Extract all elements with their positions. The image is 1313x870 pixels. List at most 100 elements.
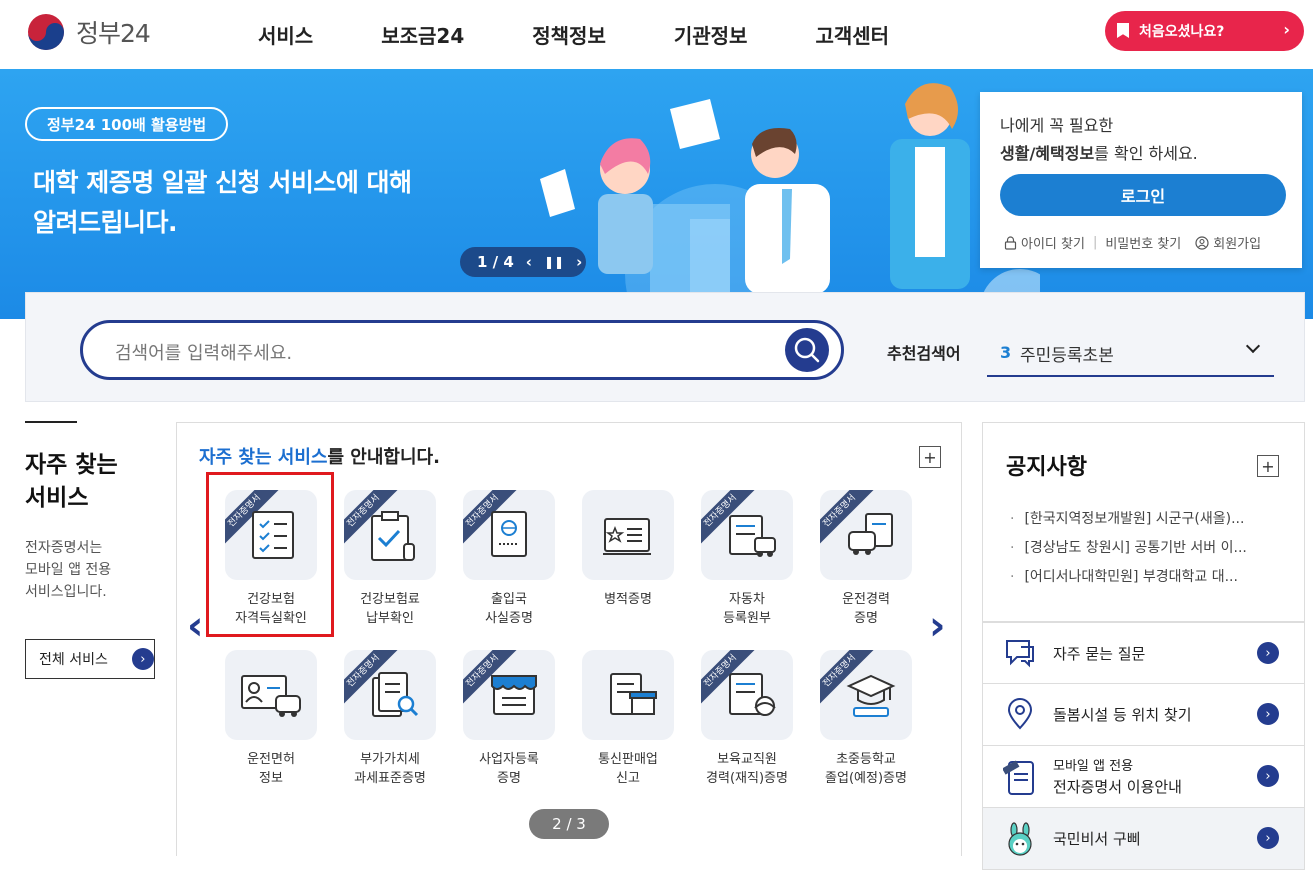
service-vehicle-registration[interactable]: 전자증명서 자동차 등록원부 — [701, 490, 793, 628]
assistant-label: 국민비서 구삐 — [1053, 830, 1141, 848]
banner-tag[interactable]: 정부24 100배 활용방법 — [25, 107, 229, 141]
logo[interactable]: 정부24 — [24, 12, 151, 52]
search-input[interactable]: 검색어를 입력해주세요. — [80, 320, 844, 380]
service-label: 통신판매업 신고 — [582, 750, 674, 788]
chevron-down-icon[interactable] — [1245, 338, 1261, 354]
chevron-right-icon: › — [1283, 20, 1290, 39]
nav-customer[interactable]: 고객센터 — [815, 20, 889, 49]
section-title-line2: 서비스 — [25, 485, 89, 511]
nav-subsidy[interactable]: 보조금24 — [381, 20, 464, 49]
service-label: 운전경력증명 — [820, 590, 912, 628]
services-heading-rest: 를 안내합니다. — [327, 447, 440, 468]
mobile-certificate-text: 모바일 앱 전용 전자증명서 이용안내 — [1053, 757, 1182, 797]
nav-agency[interactable]: 기관정보 — [674, 20, 748, 49]
search-icon — [794, 337, 820, 363]
service-mail-order-business[interactable]: 통신판매업 신고 — [582, 650, 674, 788]
license-icon — [241, 675, 301, 717]
header: 정부24 서비스 보조금24 정책정보 기관정보 고객센터 처음오셨나요? › — [0, 0, 1313, 69]
care-facility-label: 돌봄시설 등 위치 찾기 — [1053, 706, 1192, 724]
rabbit-mascot-icon — [1008, 822, 1032, 856]
tax-document-icon — [372, 672, 419, 717]
label-line1: 부가가치세 — [360, 752, 420, 767]
selection-highlight — [206, 472, 334, 637]
notice-item[interactable]: · [한국지역정보개발원] 시군구(새올)... — [1010, 505, 1247, 534]
prev-slide-icon[interactable]: ‹ — [526, 253, 532, 271]
service-health-insurance-payment[interactable]: 전자증명서 건강보험료 납부확인 — [344, 490, 436, 628]
notice-title: 공지사항 — [1006, 455, 1087, 480]
next-page-icon[interactable]: › — [929, 603, 945, 649]
service-tile: 전자증명서 — [344, 650, 436, 740]
notice-text: [경상남도 창원시] 공통기반 서버 이... — [1024, 540, 1247, 556]
login-button[interactable]: 로그인 — [1000, 174, 1286, 216]
section-title-line1: 자주 찾는 — [25, 452, 118, 478]
find-id-link[interactable]: 아이디 찾기 — [1021, 233, 1085, 252]
all-services-button[interactable]: 전체 서비스 › — [25, 639, 155, 679]
frequent-services-intro: 자주 찾는 서비스 전자증명서는 모바일 앱 전용 서비스입니다. 전체 서비스… — [25, 421, 165, 679]
service-driver-license-info[interactable]: 운전면허 정보 — [225, 650, 317, 788]
arrow-right-icon: › — [131, 648, 154, 670]
quick-link-care-facility[interactable]: 돌봄시설 등 위치 찾기 › — [982, 684, 1305, 746]
mobile-certificate-icon — [1003, 760, 1034, 795]
service-label: 병적증명 — [582, 590, 674, 609]
service-driving-record[interactable]: 전자증명서 운전경력 증명 — [820, 490, 912, 628]
recommended-keywords-label: 추천검색어 — [887, 344, 961, 363]
next-slide-icon[interactable]: › — [576, 253, 582, 271]
service-school-graduation[interactable]: 전자증명서 초중등학교 졸업(예정)증명 — [820, 650, 912, 788]
label-line1: 건강보험료 — [360, 592, 420, 607]
all-services-label: 전체 서비스 — [39, 652, 108, 668]
service-label: 초중등학교 졸업(예정)증명 — [820, 750, 912, 788]
service-tile: 전자증명서 — [463, 490, 555, 580]
notice-text: [한국지역정보개발원] 시군구(새올)... — [1024, 511, 1245, 527]
car-document-icon — [729, 515, 776, 557]
label-line2: 증명 — [854, 611, 878, 626]
recommended-keywords-dropdown[interactable]: 3 주민등록초본 — [987, 331, 1274, 377]
service-immigration-certificate[interactable]: 전자증명서 출입국 사실증명 — [463, 490, 555, 628]
taegeuk-logo-icon — [28, 14, 64, 50]
label-line1: 초중등학교 — [836, 752, 896, 767]
teacher-document-icon — [729, 673, 776, 716]
label-line1: 사업자등록 — [479, 752, 539, 767]
service-label: 사업자등록 증명 — [463, 750, 555, 788]
label-line2: 경력(재직)증명 — [706, 771, 788, 786]
quick-link-assistant[interactable]: 국민비서 구삐 › — [982, 808, 1305, 870]
nav-policy[interactable]: 정책정보 — [532, 20, 606, 49]
label-line2: 과세표준증명 — [354, 771, 426, 786]
label-line2: 등록원부 — [723, 611, 771, 626]
find-password-link[interactable]: 비밀번호 찾기 — [1105, 233, 1181, 252]
notice-panel: 공지사항 + · [한국지역정보개발원] 시군구(새올)... · [경상남도 창원… — [982, 422, 1305, 622]
first-visit-button[interactable]: 처음오셨나요? › — [1105, 11, 1304, 51]
service-military-certificate[interactable]: 병적증명 — [582, 490, 674, 609]
keyword-text[interactable]: 주민등록초본 — [1020, 341, 1114, 366]
prev-page-icon[interactable]: ‹ — [187, 603, 203, 649]
bullet: · — [1010, 540, 1015, 556]
section-description: 전자증명서는 모바일 앱 전용 서비스입니다. — [25, 537, 165, 603]
nav-service[interactable]: 서비스 — [258, 20, 313, 49]
more-services-button[interactable]: + — [919, 446, 941, 468]
service-business-registration[interactable]: 전자증명서 사업자등록 증명 — [463, 650, 555, 788]
clipboard-check-icon — [371, 511, 415, 561]
signup-link[interactable]: 회원가입 — [1213, 233, 1261, 252]
service-label: 보육교직원 경력(재직)증명 — [701, 750, 793, 788]
logo-text: 정부24 — [76, 19, 151, 48]
mobile-line1: 모바일 앱 전용 — [1053, 758, 1134, 774]
divider — [25, 421, 77, 423]
notice-item[interactable]: · [경상남도 창원시] 공통기반 서버 이... — [1010, 534, 1247, 563]
description-line1: 전자증명서는 — [25, 540, 103, 556]
label-line1: 운전경력 — [842, 592, 890, 607]
notice-item[interactable]: · [어디서나대학민원] 부경대학교 대... — [1010, 563, 1247, 592]
login-box: 나에게 꼭 필요한 생활/혜택정보를 확인 하세요. 로그인 아이디 찾기 | … — [980, 92, 1302, 268]
military-card-icon — [603, 518, 651, 555]
quick-link-mobile-certificate[interactable]: 모바일 앱 전용 전자증명서 이용안내 › — [982, 746, 1305, 808]
chat-bubble-icon — [1006, 640, 1034, 668]
quick-link-faq[interactable]: 자주 묻는 질문 › — [982, 622, 1305, 684]
login-message-rest: 를 확인 하세요. — [1094, 144, 1198, 163]
service-tile: 전자증명서 — [701, 650, 793, 740]
passport-icon — [491, 511, 527, 557]
plus-icon: + — [1261, 456, 1275, 476]
more-notices-button[interactable]: + — [1257, 455, 1279, 477]
service-childcare-staff-career[interactable]: 전자증명서 보육교직원 경력(재직)증명 — [701, 650, 793, 788]
pause-icon[interactable]: ❚❚ — [544, 255, 564, 269]
service-vat-certificate[interactable]: 전자증명서 부가가치세과세표준증명 — [344, 650, 436, 788]
search-button[interactable] — [785, 328, 829, 372]
label-line1: 운전면허 — [247, 752, 295, 767]
